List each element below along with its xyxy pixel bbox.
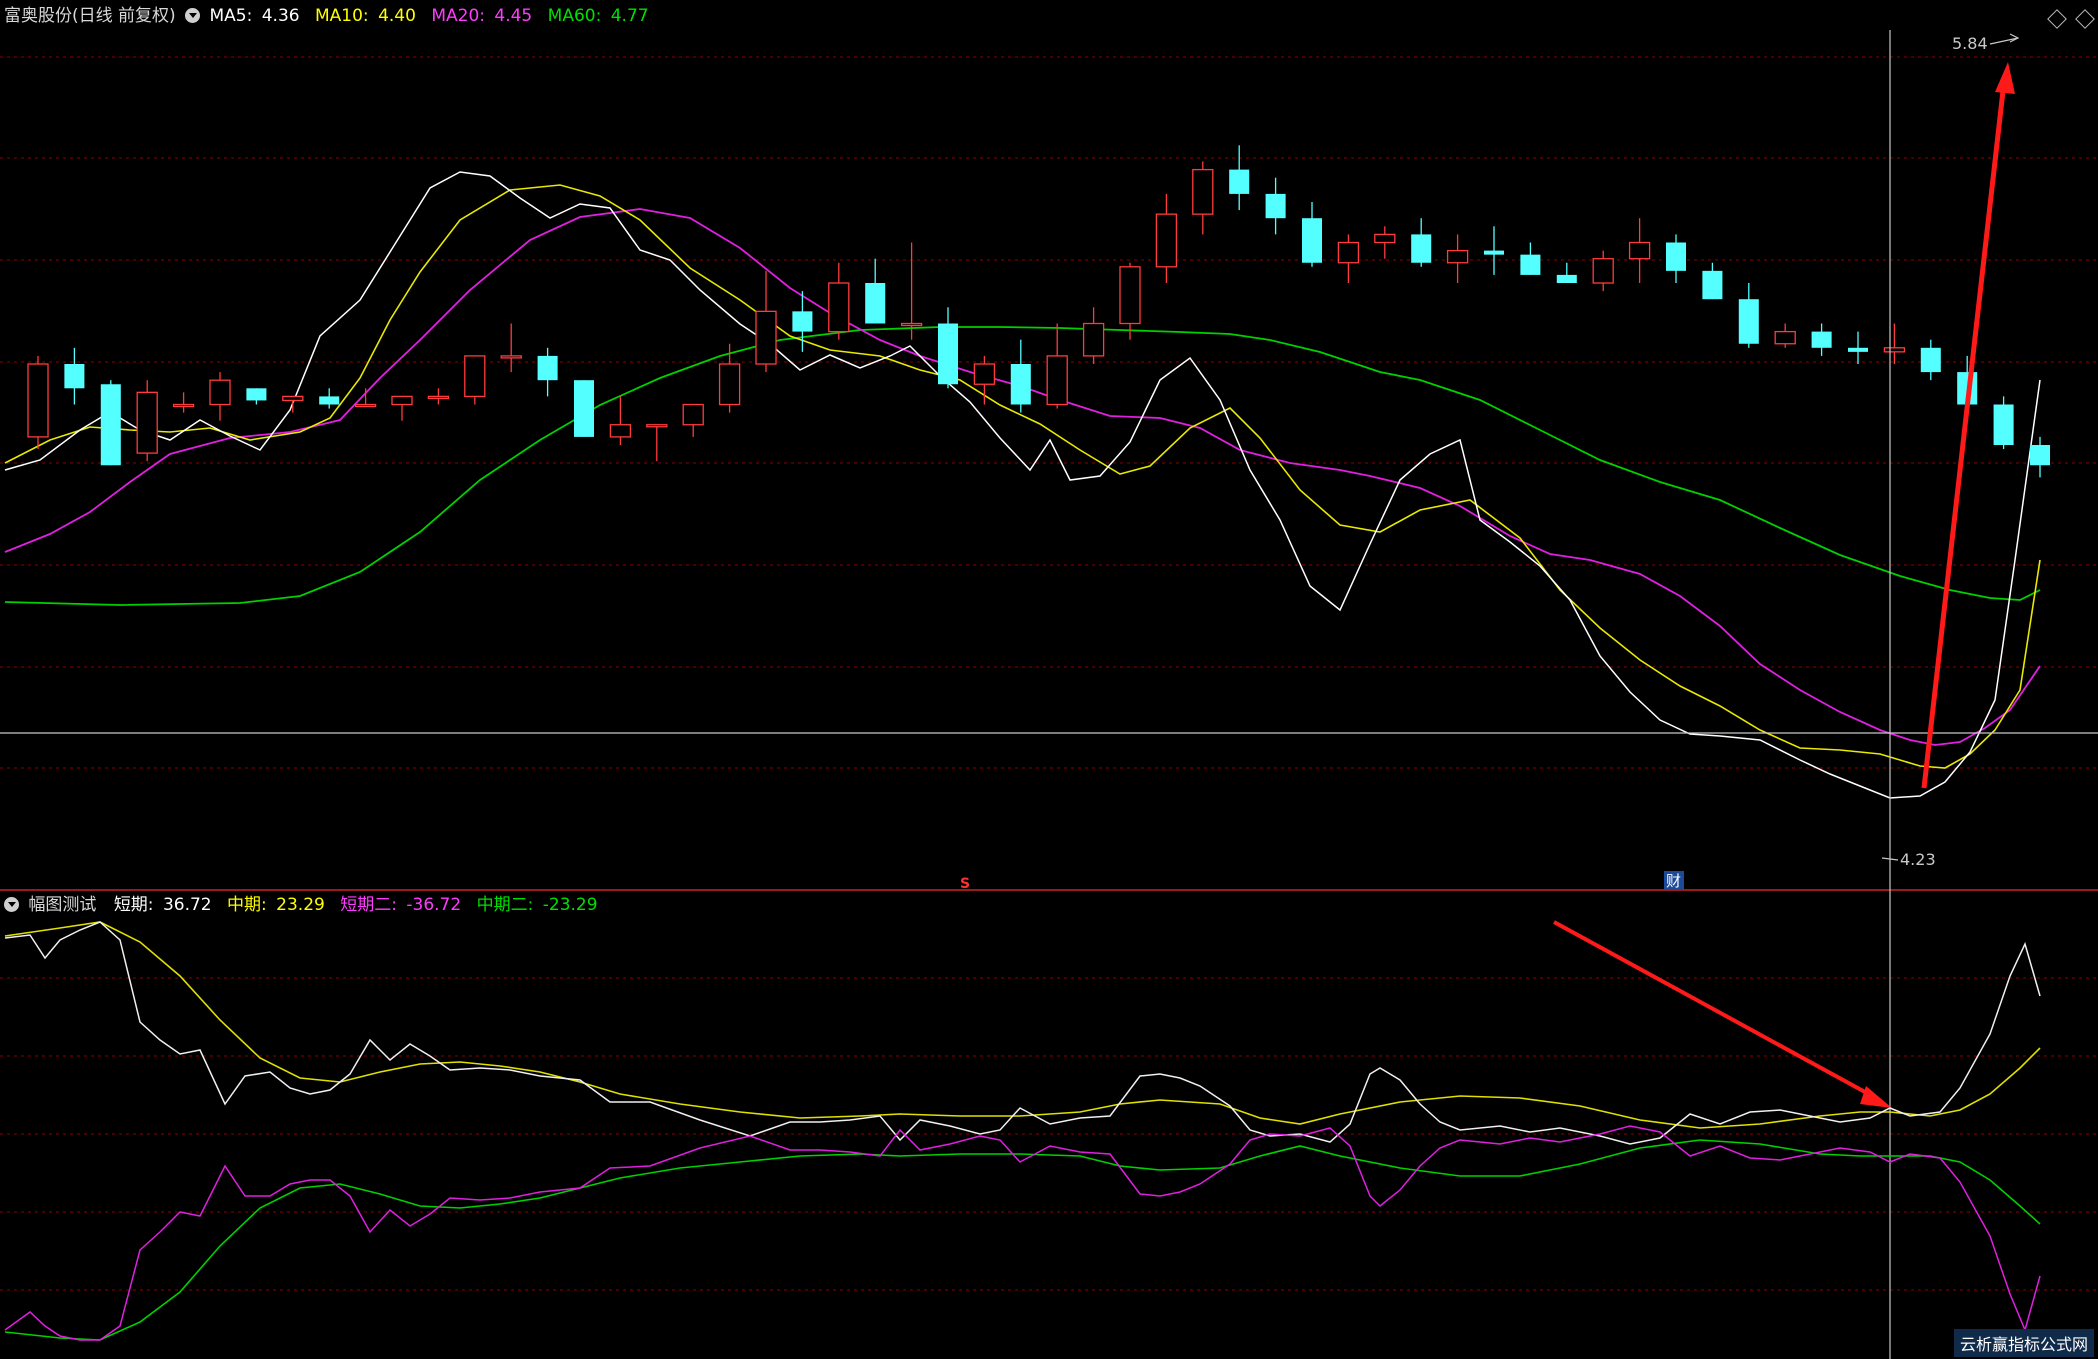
candle-body[interactable] [1446, 249, 1469, 264]
short-label: 短期: [113, 895, 154, 915]
candle-body[interactable] [27, 363, 49, 438]
candle-body[interactable] [100, 384, 121, 466]
watermark: 云析赢指标公式网 [1953, 1329, 2094, 1357]
candle-body[interactable] [1229, 169, 1250, 194]
candle-body[interactable] [973, 363, 996, 385]
candle-body[interactable] [1192, 168, 1214, 215]
indicator-header: 幅图测试 短期: 36.72 中期: 23.29 短期二: -36.72 中期二… [4, 893, 602, 917]
candle-body[interactable] [1738, 299, 1759, 344]
candle-body[interactable] [1774, 330, 1796, 345]
candle-body[interactable] [1993, 404, 2014, 446]
ma10-label: MA10: [315, 6, 369, 26]
candle-body[interactable] [1046, 355, 1068, 406]
candle-body[interactable] [646, 424, 668, 428]
candle-body[interactable] [1556, 274, 1577, 283]
candle-body[interactable] [1265, 193, 1286, 219]
candle-body[interactable] [573, 380, 595, 437]
candle-body[interactable] [1119, 266, 1141, 325]
candle-body[interactable] [282, 395, 304, 402]
dropdown-icon[interactable] [185, 8, 201, 23]
candle-body[interactable] [1920, 347, 1941, 373]
candle-body[interactable] [792, 311, 813, 332]
mid-value: 23.29 [276, 895, 325, 915]
candle-body[interactable] [136, 391, 158, 454]
candle-body[interactable] [246, 388, 267, 401]
ma5-value: 4.36 [261, 6, 300, 26]
short2-value: -36.72 [406, 895, 462, 915]
high-price-label: 5.84 [1952, 34, 1988, 53]
candle-body[interactable] [1337, 241, 1360, 264]
candle-body[interactable] [1702, 270, 1723, 300]
main-header: 富奥股份(日线 前复权) MA5: 4.36 MA10: 4.40 MA20: … [4, 4, 653, 28]
candle-body[interactable] [828, 282, 850, 333]
candle-body[interactable] [1155, 213, 1178, 268]
short-value: 36.72 [162, 895, 212, 915]
candle-body[interactable] [1847, 347, 1869, 352]
indicator-dropdown-icon[interactable] [4, 897, 19, 912]
ma5-label: MA5: [209, 6, 253, 26]
candle-body[interactable] [1301, 218, 1323, 263]
candle-body[interactable] [464, 355, 486, 398]
candle-body[interactable] [1411, 234, 1432, 263]
low-price-label: 4.23 [1900, 850, 1936, 869]
ma20-label: MA20: [431, 6, 485, 26]
candle-body[interactable] [354, 403, 377, 408]
candle-body[interactable] [537, 355, 558, 381]
ma60-value: 4.77 [610, 6, 649, 26]
s-marker: S [960, 876, 970, 892]
candle-body[interactable] [682, 403, 704, 426]
candle-body[interactable] [209, 379, 231, 406]
candle-body[interactable] [1883, 347, 1906, 353]
candle-body[interactable] [2029, 445, 2051, 466]
candle-body[interactable] [865, 283, 886, 324]
candle-body[interactable] [1010, 364, 1031, 405]
candle-body[interactable] [500, 355, 522, 359]
candle-body[interactable] [319, 396, 340, 405]
mid2-value: -23.29 [542, 895, 598, 915]
candle-body[interactable] [427, 395, 450, 400]
candle-body[interactable] [1374, 233, 1396, 244]
mid2-label: 中期二: [476, 895, 534, 915]
candle-body[interactable] [900, 322, 923, 327]
cai-marker: 财 [1666, 872, 1681, 890]
candle-body[interactable] [937, 323, 959, 385]
candle-body[interactable] [1811, 331, 1832, 348]
candle-body[interactable] [1592, 258, 1614, 284]
ma20-value: 4.45 [494, 6, 533, 26]
short2-label: 短期二: [340, 895, 397, 915]
indicator-title[interactable]: 幅图测试 [28, 895, 96, 915]
candle-body[interactable] [1665, 242, 1687, 271]
ma10-value: 4.40 [378, 6, 416, 26]
candle-body[interactable] [172, 403, 195, 408]
candle-body[interactable] [391, 395, 413, 406]
candle-body[interactable] [755, 310, 777, 365]
candle-body[interactable] [1520, 254, 1541, 275]
stock-chart[interactable]: 5.84 4.23 S 财 [0, 0, 2098, 1359]
candle-body[interactable] [718, 363, 741, 406]
candle-body[interactable] [1483, 250, 1505, 255]
ma60-label: MA60: [547, 6, 602, 26]
candle-body[interactable] [1082, 322, 1105, 357]
candle-body[interactable] [64, 364, 85, 389]
candle-body[interactable] [1628, 241, 1651, 260]
stock-title[interactable]: 富奥股份(日线 前复权) [4, 6, 176, 26]
candle-body[interactable] [609, 424, 632, 438]
mid-label: 中期: [227, 895, 267, 915]
